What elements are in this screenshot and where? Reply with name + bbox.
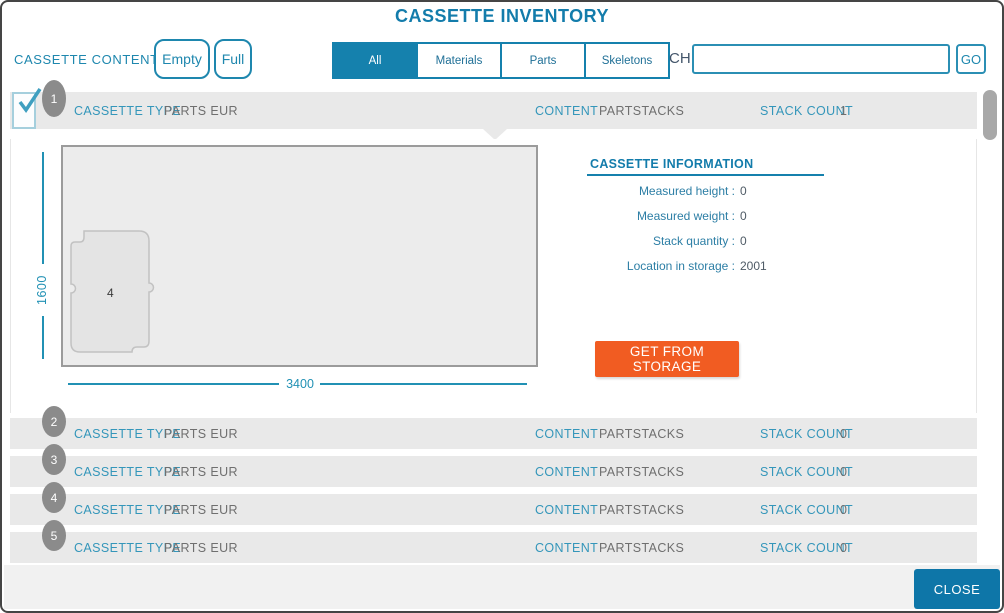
info-divider [587, 174, 824, 176]
full-filter-button[interactable]: Full [214, 39, 252, 79]
width-dimension-line [68, 383, 279, 385]
tab-parts[interactable]: Parts [502, 44, 586, 77]
search-label: CH [669, 50, 691, 67]
tab-skeletons[interactable]: Skeletons [586, 44, 668, 77]
get-from-storage-button[interactable]: GET FROM STORAGE [595, 341, 739, 377]
cassette-row-4[interactable]: 4 CASSETTE TYPE PARTS EUR CONTENT PARTST… [10, 494, 977, 525]
content-label: CONTENT [535, 418, 598, 449]
stack-count-value: 0 [840, 532, 847, 563]
cassette-content-label: CASSETTE CONTENT [14, 52, 159, 67]
cassette-row-1[interactable]: 1 CASSETTE TYPE PARTS EUR CONTENT PARTST… [10, 92, 977, 129]
row-number-badge: 3 [42, 444, 66, 475]
content-value: PARTSTACKS [599, 92, 684, 129]
tab-materials[interactable]: Materials [418, 44, 502, 77]
info-field-measured-height: Measured height :0 [587, 184, 847, 198]
row-number-badge: 2 [42, 406, 66, 437]
info-field-stack-quantity: Stack quantity :0 [587, 234, 847, 248]
info-field-measured-weight: Measured weight :0 [587, 209, 847, 223]
cassette-type-value: PARTS EUR [164, 494, 238, 525]
page-title: CASSETTE INVENTORY [2, 6, 1002, 27]
cassette-inventory-dialog: CASSETTE INVENTORY CASSETTE CONTENT Empt… [0, 0, 1004, 613]
content-label: CONTENT [535, 532, 598, 563]
height-dimension-line [42, 316, 44, 359]
cassette-row-3[interactable]: 3 CASSETTE TYPE PARTS EUR CONTENT PARTST… [10, 456, 977, 487]
cassette-row-5[interactable]: 5 CASSETTE TYPE PARTS EUR CONTENT PARTST… [10, 532, 977, 563]
cassette-layout-diagram: 4 [61, 145, 538, 367]
cassette-type-value: PARTS EUR [164, 418, 238, 449]
stack-count-value: 1 [840, 92, 847, 129]
stack-count-value: 0 [840, 418, 847, 449]
height-dimension-label: 1600 [31, 264, 53, 316]
row-checkbox[interactable] [12, 92, 36, 129]
info-field-location-in-storage: Location in storage :2001 [587, 259, 847, 273]
width-dimension-label: 3400 [279, 377, 321, 391]
content-label: CONTENT [535, 456, 598, 487]
go-button[interactable]: GO [956, 44, 986, 74]
empty-filter-button[interactable]: Empty [154, 39, 210, 79]
cassette-information-title: CASSETTE INFORMATION [590, 157, 753, 171]
stack-count-value: 0 [840, 456, 847, 487]
content-label: CONTENT [535, 92, 598, 129]
row-number-badge: 4 [42, 482, 66, 513]
part-number-text: 4 [107, 286, 114, 300]
scrollbar-thumb[interactable] [983, 90, 997, 140]
tab-all[interactable]: All [334, 44, 418, 77]
content-label: CONTENT [535, 494, 598, 525]
cassette-row-2[interactable]: 2 CASSETTE TYPE PARTS EUR CONTENT PARTST… [10, 418, 977, 449]
cassette-type-value: PARTS EUR [164, 456, 238, 487]
width-dimension-line [320, 383, 527, 385]
tab-strip: All Materials Parts Skeletons [332, 42, 670, 79]
close-button[interactable]: CLOSE [914, 569, 1000, 609]
search-input[interactable] [692, 44, 950, 74]
content-value: PARTSTACKS [599, 532, 684, 563]
height-dimension-line [42, 152, 44, 264]
cassette-type-value: PARTS EUR [164, 532, 238, 563]
part-shape[interactable]: 4 [63, 147, 540, 369]
row-number-badge: 5 [42, 520, 66, 551]
content-value: PARTSTACKS [599, 456, 684, 487]
footer-bar [4, 565, 1000, 609]
row-number-badge: 1 [42, 80, 66, 117]
content-value: PARTSTACKS [599, 418, 684, 449]
stack-count-value: 0 [840, 494, 847, 525]
cassette-type-value: PARTS EUR [164, 92, 238, 129]
content-value: PARTSTACKS [599, 494, 684, 525]
checkmark-icon [15, 86, 43, 114]
